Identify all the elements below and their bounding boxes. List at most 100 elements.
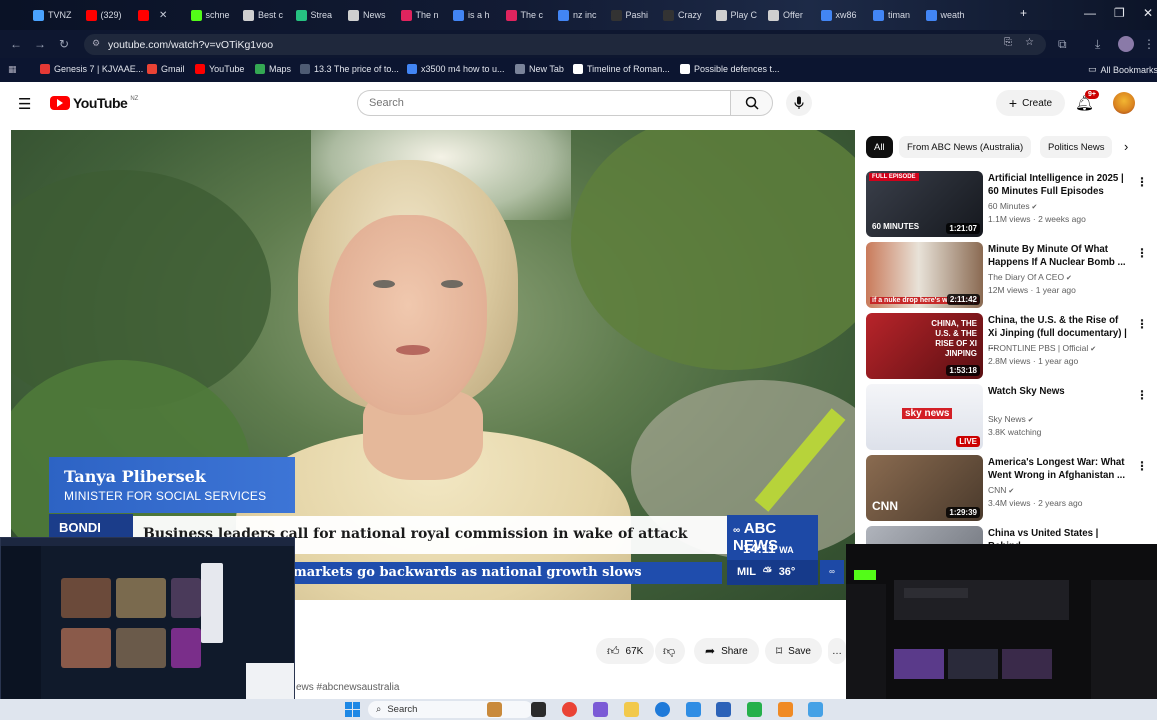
recommendation-title[interactable]: America's Longest War: What Went Wrong i… (988, 456, 1128, 482)
video-hashtags[interactable]: ews #abcnewsaustralia (296, 682, 399, 693)
youtube-logo[interactable]: YouTube NZ (50, 95, 138, 111)
kick-stream-window[interactable] (846, 544, 1157, 710)
app-icon[interactable] (593, 702, 608, 717)
back-icon[interactable]: ← (10, 37, 22, 51)
browser-tab[interactable]: weath (925, 5, 973, 25)
account-avatar[interactable] (1113, 92, 1135, 114)
browser-tab[interactable]: (329) (85, 5, 133, 25)
apps-grid-icon[interactable]: ▦ (8, 64, 17, 75)
recommendation-title[interactable]: Watch Sky News (988, 385, 1128, 398)
browser-tab[interactable]: TVNZ (33, 5, 80, 25)
site-info-icon[interactable]: ⚙ (92, 38, 100, 49)
browser-tab[interactable]: Best c (243, 5, 290, 25)
video-thumbnail[interactable]: if a nuke drop here's what happ 2:11:42 (866, 242, 983, 308)
save-button[interactable]: ⌑ Save (765, 638, 822, 664)
browser-tab[interactable]: nz inc (558, 5, 605, 25)
more-options-icon[interactable]: ⋮ (1136, 388, 1148, 402)
bookmark-star-icon[interactable]: ☆ (1025, 37, 1034, 48)
downloads-icon[interactable]: ⤓ (1095, 37, 1100, 52)
dislike-button[interactable]: 👎︎ (655, 638, 685, 664)
bookmark-item[interactable]: New Tab (515, 64, 564, 74)
search-button[interactable] (730, 90, 773, 116)
recommendation-item[interactable]: CHINA, THE U.S. & THE RISE OF XI JINPING… (866, 313, 1156, 379)
menu-dots-icon[interactable]: ⋮ (1143, 37, 1155, 51)
notifications-button[interactable]: 🔔︎ 9+ (1075, 90, 1099, 113)
more-options-icon[interactable]: ⋮ (1136, 459, 1148, 473)
bookmark-item[interactable]: YouTube (195, 64, 244, 74)
app-icon-5[interactable] (808, 702, 823, 717)
recommendation-item[interactable]: sky news LIVE Watch Sky News Sky News ✔ 3.8K… (866, 384, 1156, 450)
recommendation-item[interactable]: if a nuke drop here's what happ 2:11:42 Mi… (866, 242, 1156, 308)
browser-tab[interactable]: xw86 (820, 5, 868, 25)
address-bar[interactable]: ⚙ youtube.com/watch?v=vOTiKg1voo ⎘ ☆ (84, 34, 1046, 55)
chip-politics[interactable]: Politics News (1040, 136, 1112, 158)
browser-tab[interactable]: ✕ (138, 5, 185, 25)
browser-tab[interactable]: News (348, 5, 395, 25)
bookmark-item[interactable]: Gmail (147, 64, 185, 74)
recommendation-channel[interactable]: The Diary Of A CEO ✔ (988, 272, 1072, 282)
recommendation-channel[interactable]: FRONTLINE PBS | Official ✔ (988, 343, 1096, 353)
browser-tab[interactable]: The n (400, 5, 448, 25)
recommendation-title[interactable]: Artificial Intelligence in 2025 | 60 Min… (988, 172, 1128, 198)
recommendation-channel[interactable]: Sky News ✔ (988, 414, 1034, 424)
profile-avatar[interactable] (1118, 36, 1134, 52)
extensions-icon[interactable]: ⧉ (1058, 37, 1067, 52)
search-input[interactable] (358, 91, 731, 115)
mail-icon[interactable] (686, 702, 701, 717)
bookmark-item[interactable]: Maps (255, 64, 291, 74)
app-icon-3[interactable] (747, 702, 762, 717)
browser-tab[interactable]: Strea (295, 5, 343, 25)
more-options-icon[interactable]: ⋮ (1136, 317, 1148, 331)
more-actions-button[interactable]: … (828, 638, 846, 664)
bookmark-item[interactable]: 13.3 The price of to... (300, 64, 399, 74)
video-thumbnail[interactable]: FULL EPISODE 60 MINUTES 1:21:07 (866, 171, 983, 237)
share-button[interactable]: ➦ Share (694, 638, 759, 664)
like-button[interactable]: 👍︎ 67K (596, 638, 654, 664)
new-tab-button[interactable]: + (1020, 6, 1027, 20)
all-bookmarks[interactable]: ▭ All Bookmarks (1088, 64, 1157, 75)
app-icon-2[interactable] (716, 702, 731, 717)
browser-tab[interactable]: schne (190, 5, 238, 25)
restore-button[interactable]: ❐ (1114, 6, 1125, 20)
browser-tab[interactable]: is a h (453, 5, 500, 25)
forward-icon[interactable]: → (34, 37, 46, 51)
voice-search-button[interactable] (786, 90, 812, 116)
browser-tab[interactable]: timan (873, 5, 920, 25)
video-thumbnail[interactable]: CNN 1:29:39 (866, 455, 983, 521)
browser-tab[interactable]: Crazy (663, 5, 710, 25)
browser-tab[interactable]: Play C (715, 5, 763, 25)
browser-tab[interactable]: The c (505, 5, 553, 25)
more-options-icon[interactable]: ⋮ (1136, 246, 1148, 260)
hamburger-menu-icon[interactable]: ☰ (18, 95, 31, 113)
chrome-icon[interactable] (562, 702, 577, 717)
casino-stream-window[interactable] (0, 537, 295, 713)
install-icon[interactable]: ⎘ (1004, 37, 1012, 48)
recommendation-item[interactable]: CNN 1:29:39 America's Longest War: What We… (866, 455, 1156, 521)
video-thumbnail[interactable]: sky news LIVE (866, 384, 983, 450)
create-button[interactable]: + Create (996, 90, 1065, 116)
recommendation-title[interactable]: Minute By Minute Of What Happens If A Nu… (988, 243, 1128, 269)
file-explorer-icon[interactable] (624, 702, 639, 717)
app-icon-4[interactable] (778, 702, 793, 717)
browser-tab[interactable]: Offer (768, 5, 815, 25)
chip-all[interactable]: All (866, 136, 893, 158)
recommendation-channel[interactable]: CNN ✔ (988, 485, 1014, 495)
bookmark-item[interactable]: Genesis 7 | KJVAAE... (40, 64, 143, 74)
recommendation-channel[interactable]: 60 Minutes ✔ (988, 201, 1037, 211)
close-window-button[interactable]: ✕ (1143, 6, 1153, 20)
bookmark-item[interactable]: Timeline of Roman... (573, 64, 670, 74)
video-thumbnail[interactable]: CHINA, THE U.S. & THE RISE OF XI JINPING… (866, 313, 983, 379)
edge-icon[interactable] (655, 702, 670, 717)
bookmark-item[interactable]: x3500 m4 how to u... (407, 64, 505, 74)
more-options-icon[interactable]: ⋮ (1136, 175, 1148, 189)
windows-start-icon[interactable] (345, 702, 360, 717)
minimize-button[interactable]: — (1084, 6, 1096, 20)
close-tab-icon[interactable]: ✕ (159, 10, 167, 21)
chip-from-abc[interactable]: From ABC News (Australia) (899, 136, 1032, 158)
bookmark-item[interactable]: Possible defences t... (680, 64, 780, 74)
chevron-right-icon[interactable]: › (1124, 139, 1128, 154)
taskbar-search[interactable]: ⌕ Search (368, 701, 533, 718)
task-view-icon[interactable] (531, 702, 546, 717)
reload-icon[interactable]: ↻ (59, 37, 69, 51)
browser-tab[interactable]: Pashi (610, 5, 658, 25)
